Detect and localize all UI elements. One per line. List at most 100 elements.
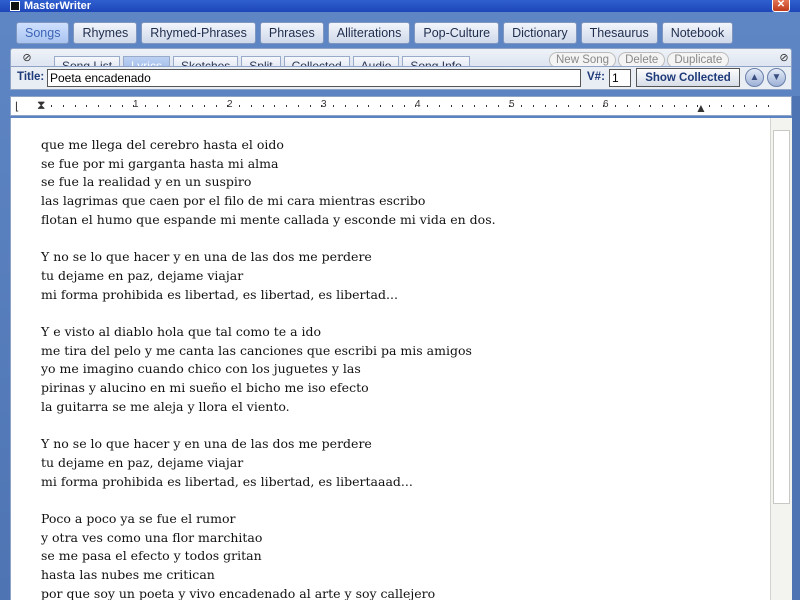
tab-thesaurus[interactable]: Thesaurus <box>580 22 658 44</box>
lyric-line: por que soy un poeta y vivo encadenado a… <box>41 585 436 600</box>
ruler-number: 1 <box>133 99 139 110</box>
ruler-number: 4 <box>415 99 421 110</box>
lyric-line: se me pasa el efecto y todos gritan <box>41 548 262 564</box>
ruler-tick <box>239 105 240 107</box>
window-title: MasterWriter <box>24 0 92 12</box>
lyric-line: flotan el humo que espande mi mente call… <box>41 211 496 227</box>
ruler-tick <box>74 105 76 107</box>
ruler-tick <box>168 105 170 107</box>
lyrics-text[interactable]: que me llega del cerebro hasta el oido se… <box>41 136 496 600</box>
lyric-line: Y no se lo que hacer y en una de las dos… <box>41 436 372 452</box>
ruler-tick <box>192 105 193 107</box>
lyric-line: pirinas y alucino en mi sueño el bicho m… <box>41 380 369 396</box>
ruler-tick <box>579 105 581 107</box>
tab-songs[interactable]: Songs <box>16 22 70 44</box>
lyric-line: se fue la realidad y en un suspiro <box>41 174 252 190</box>
ruler[interactable]: ⌊ ⧗ ▲ 1 2 3 4 5 6 <box>10 96 792 116</box>
ruler-tick <box>215 105 217 107</box>
tab-rhymed-phrases[interactable]: Rhymed-Phrases <box>141 22 256 44</box>
ruler-tick <box>638 105 640 107</box>
arrow-up-icon[interactable]: ▲ <box>745 68 764 87</box>
ruler-tick <box>591 105 593 107</box>
indent-marker-icon[interactable]: ⧗ <box>37 98 45 113</box>
tab-pop-culture[interactable]: Pop-Culture <box>414 22 500 44</box>
ruler-tick <box>662 105 663 107</box>
tab-stop-icon[interactable]: ⌊ <box>15 100 19 113</box>
ruler-tick <box>297 105 299 107</box>
ruler-number: 3 <box>321 99 327 110</box>
lyric-line: Poco a poco ya se fue el rumor <box>41 511 236 527</box>
ruler-tick <box>274 105 276 107</box>
ruler-tick <box>391 105 393 107</box>
lyric-line: yo me imagino cuando chico con los jugue… <box>41 361 361 377</box>
ruler-tick <box>438 105 440 107</box>
pin-icon[interactable]: ⊘ <box>21 52 33 64</box>
tab-phrases[interactable]: Phrases <box>259 22 324 44</box>
ruler-tick <box>286 105 287 107</box>
lyric-line: que me llega del cerebro hasta el oido <box>41 137 284 152</box>
close-button[interactable]: ✕ <box>772 0 790 12</box>
lyric-line: la guitarra se me aleja y llora el vient… <box>41 398 290 414</box>
ruler-tick <box>709 105 710 107</box>
ruler-tick <box>262 105 264 107</box>
lyric-line: las lagrimas que caen por el filo de mi … <box>41 193 426 209</box>
close-icon: ✕ <box>776 0 786 10</box>
title-input[interactable] <box>47 69 581 87</box>
lyric-line: se fue por mi garganta hasta mi alma <box>41 155 279 171</box>
ruler-tick <box>356 105 358 107</box>
window-titlebar: MasterWriter ✕ <box>0 0 800 12</box>
ruler-tick <box>180 105 182 107</box>
ruler-tick <box>344 105 346 107</box>
lyric-line: mi forma prohibida es libertad, es liber… <box>41 286 398 302</box>
ruler-tick <box>544 105 546 107</box>
ruler-tick <box>485 105 487 107</box>
lyric-line: mi forma prohibida es libertad, es liber… <box>41 473 413 489</box>
ruler-tick <box>673 105 675 107</box>
lyric-line <box>41 304 496 323</box>
ruler-tick <box>121 105 123 107</box>
ruler-tick <box>744 105 746 107</box>
ruler-tick <box>368 105 370 107</box>
ruler-tick <box>450 105 452 107</box>
vertical-scrollbar[interactable] <box>770 118 792 600</box>
ruler-tick <box>685 105 687 107</box>
ruler-tick <box>98 105 99 107</box>
tab-notebook[interactable]: Notebook <box>661 22 734 44</box>
arrow-down-icon[interactable]: ▼ <box>767 68 786 87</box>
ruler-tick <box>109 105 111 107</box>
ruler-tick <box>697 105 699 107</box>
title-label: Title: <box>17 71 45 83</box>
lyric-line: hasta las nubes me critican <box>41 567 215 583</box>
ruler-tick <box>333 105 334 107</box>
ruler-number: 6 <box>603 99 609 110</box>
ruler-number: 2 <box>227 99 233 110</box>
ruler-tick <box>203 105 205 107</box>
ruler-tick <box>86 105 88 107</box>
ruler-tick <box>51 105 52 107</box>
ruler-tick <box>720 105 722 107</box>
lyric-line: Y e visto al diablo hola que tal como te… <box>41 324 322 340</box>
lyric-line: tu dejame en paz, dejame viajar <box>41 267 244 283</box>
ruler-tick <box>309 105 311 107</box>
ruler-tick <box>767 105 769 107</box>
right-margin-marker-icon[interactable]: ▲ <box>695 101 707 115</box>
ruler-tick <box>62 105 64 107</box>
version-input[interactable] <box>609 69 631 87</box>
show-collected-button[interactable]: Show Collected <box>636 68 740 87</box>
lyrics-editor[interactable]: que me llega del cerebro hasta el oido se… <box>10 118 770 600</box>
scroll-thumb[interactable] <box>773 130 790 504</box>
tab-dictionary[interactable]: Dictionary <box>503 22 577 44</box>
app-icon <box>10 1 20 11</box>
ruler-tick <box>145 105 146 107</box>
version-label: V#: <box>587 71 605 83</box>
pin-icon-right[interactable]: ⊘ <box>778 52 790 64</box>
tab-rhymes[interactable]: Rhymes <box>73 22 138 44</box>
ruler-tick <box>403 105 405 107</box>
ruler-tick <box>427 105 428 107</box>
ruler-tick <box>532 105 534 107</box>
lyric-line <box>41 491 496 510</box>
ruler-number: 5 <box>509 99 515 110</box>
tab-alliterations[interactable]: Alliterations <box>327 22 411 44</box>
ruler-tick <box>615 105 616 107</box>
ruler-tick <box>250 105 252 107</box>
